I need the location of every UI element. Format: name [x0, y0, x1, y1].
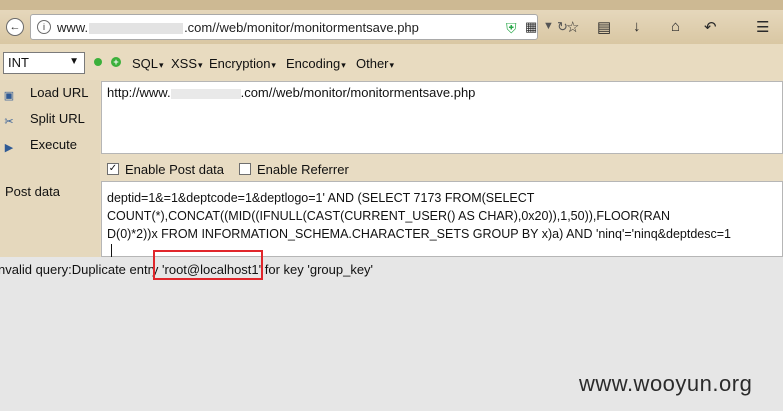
url-textarea[interactable]: http://www. .com//web/monitor/monitorment… [101, 81, 783, 154]
enable-referrer-label: Enable Referrer [257, 162, 349, 177]
post-data-textarea[interactable]: deptid=1&=1&deptcode=1&deptlogo=1' AND (… [101, 181, 783, 258]
type-select[interactable]: INT ▼ [3, 52, 85, 74]
download-icon[interactable]: ↓ [633, 18, 641, 35]
menu-xss[interactable]: XSS▾ [171, 56, 203, 71]
info-icon[interactable]: i [37, 20, 51, 34]
menu-other[interactable]: Other▾ [356, 56, 394, 71]
watermark: www.wooyun.org [579, 371, 753, 396]
back-icon[interactable]: ← [6, 18, 24, 36]
menu-encryption[interactable]: Encryption▾ [209, 56, 276, 71]
home-icon[interactable]: ⌂ [671, 18, 680, 35]
chevron-down-icon: ▼ [69, 56, 79, 67]
post-data-label: Post data [5, 184, 60, 199]
highlight-box [153, 250, 263, 280]
decrease-icon[interactable] [94, 58, 102, 66]
execute-button[interactable]: ▶ Execute [2, 137, 77, 155]
menu-sql[interactable]: SQL▾ [132, 56, 164, 71]
enable-post-checkbox[interactable]: ✓ [107, 163, 119, 175]
post-line: deptid=1&=1&deptcode=1&deptlogo=1' AND (… [107, 191, 535, 205]
split-url-button[interactable]: ✂ Split URL [2, 111, 85, 129]
shield-icon[interactable]: ⛨ [506, 20, 517, 37]
url-bar[interactable]: i www. .com//web/monitor/monitormentsave.… [30, 14, 568, 40]
tab-strip [0, 0, 783, 10]
chevron-down-icon[interactable]: ▼ [543, 20, 554, 32]
enable-post-label: Enable Post data [125, 162, 225, 177]
menu-encoding[interactable]: Encoding▾ [286, 56, 346, 71]
clipboard-icon[interactable]: ▤ [597, 18, 611, 36]
hackbar-side-panel [0, 80, 100, 257]
load-url-button[interactable]: ▣ Load URL [2, 85, 89, 103]
star-icon[interactable]: ☆ [566, 18, 579, 36]
execute-icon: ▶ [4, 142, 14, 154]
redacted-domain [89, 23, 184, 35]
menu-icon[interactable]: ☰ [756, 18, 769, 36]
split-url-icon: ✂ [4, 116, 14, 128]
url-text: www. .com//web/monitor/monitormentsave.ph… [57, 20, 419, 35]
enable-referrer-checkbox[interactable] [239, 163, 251, 175]
text-caret [111, 244, 112, 258]
qr-icon[interactable]: ▦ [525, 19, 537, 35]
post-line: COUNT(*),CONCAT((MID((IFNULL(CAST(CURREN… [107, 209, 670, 223]
undo-icon[interactable]: ↶ [704, 18, 717, 36]
redacted-domain [170, 88, 241, 99]
load-url-icon: ▣ [3, 90, 15, 102]
increase-icon[interactable]: + [111, 57, 121, 67]
